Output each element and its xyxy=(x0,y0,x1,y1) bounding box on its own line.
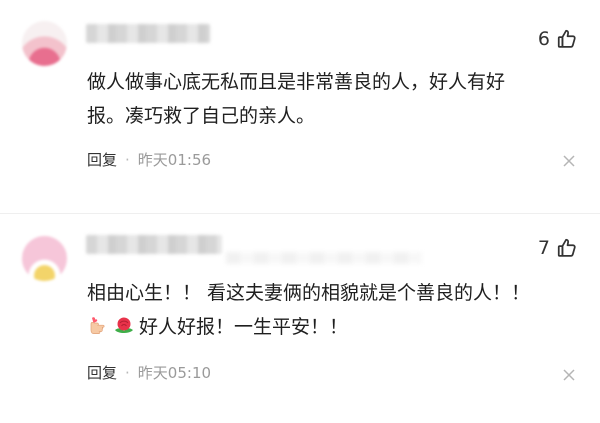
comment-text-line: 报。凑巧救了自己的亲人。 xyxy=(87,105,316,127)
comment-meta: 回复 · 昨天01:56 xyxy=(87,149,211,170)
comment-text-line: 做人做事心底无私而且是非常善良的人，好人有好 xyxy=(87,71,506,93)
comment-time: 昨天05:10 xyxy=(137,364,212,382)
like-button[interactable]: 7 xyxy=(538,237,578,259)
comment-time: 昨天01:56 xyxy=(137,151,212,169)
user-info-blurred xyxy=(226,252,422,264)
thumbs-up-icon xyxy=(557,29,576,48)
finger-heart-hand-icon xyxy=(90,317,105,334)
comment-text: 相由心生！！ 看这夫妻俩的相貌就是个善良的人！！ 好人好报！一生平安！！ xyxy=(87,276,587,344)
avatar[interactable] xyxy=(22,236,67,281)
close-icon[interactable] xyxy=(563,369,575,381)
comment-text-line: 相由心生！！ 看这夫妻俩的相貌就是个善良的人！！ xyxy=(87,282,531,304)
meta-separator: · xyxy=(125,363,130,382)
like-button[interactable]: 6 xyxy=(538,28,578,50)
avatar[interactable] xyxy=(22,21,67,66)
username-blurred[interactable] xyxy=(86,235,222,254)
like-count: 6 xyxy=(537,28,550,50)
comment-meta: 回复 · 昨天05:10 xyxy=(87,362,211,383)
like-count: 7 xyxy=(537,237,550,259)
thumbs-up-icon xyxy=(557,238,576,257)
reply-button[interactable]: 回复 xyxy=(87,362,117,383)
meta-separator: · xyxy=(125,150,130,169)
comment-text: 做人做事心底无私而且是非常善良的人，好人有好 报。凑巧救了自己的亲人。 xyxy=(87,65,577,133)
comment-text-line: 好人好报！一生平安！！ xyxy=(139,316,349,338)
close-icon[interactable] xyxy=(563,155,575,167)
username-blurred[interactable] xyxy=(86,24,210,43)
comment-text-line-with-emoji: 好人好报！一生平安！！ xyxy=(87,310,587,344)
reply-button[interactable]: 回复 xyxy=(87,149,117,170)
comment-item: 6 做人做事心底无私而且是非常善良的人，好人有好 报。凑巧救了自己的亲人。 回复… xyxy=(0,0,600,214)
rose-icon xyxy=(115,317,133,333)
comment-item: 7 相由心生！！ 看这夫妻俩的相貌就是个善良的人！！ 好人好报！一生平安！！ 回… xyxy=(0,214,600,423)
